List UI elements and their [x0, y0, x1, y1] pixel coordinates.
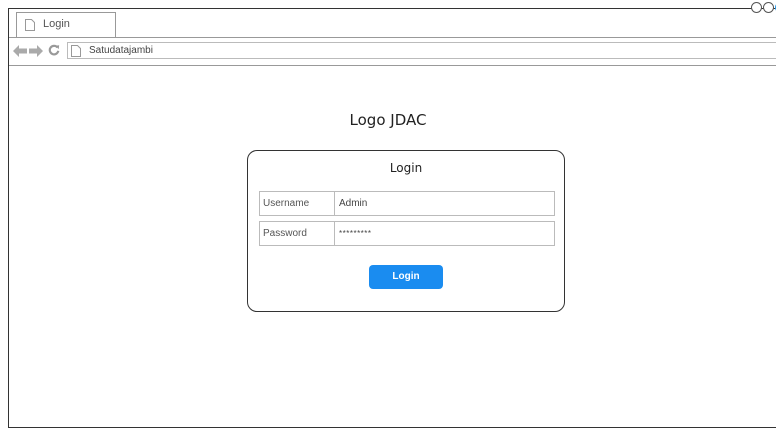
username-label: Username	[260, 192, 335, 215]
forward-arrow-icon[interactable]	[29, 45, 43, 57]
password-value[interactable]: *********	[339, 222, 372, 245]
tab-bar: Login	[9, 9, 776, 38]
password-label: Password	[260, 222, 335, 245]
window-controls	[751, 2, 776, 13]
address-bar: Satudatajambi	[9, 37, 776, 66]
login-card: Login Username Admin Password ********* …	[247, 150, 565, 312]
logo-placeholder: Logo JDAC	[349, 111, 427, 129]
page-icon	[71, 45, 81, 57]
address-input[interactable]: Satudatajambi	[67, 42, 776, 59]
card-title: Login	[389, 161, 423, 175]
address-text: Satudatajambi	[89, 45, 153, 56]
circle-icon[interactable]	[751, 2, 762, 13]
login-button[interactable]: Login	[369, 265, 443, 289]
username-field[interactable]: Username Admin	[259, 191, 555, 216]
password-field[interactable]: Password *********	[259, 221, 555, 246]
refresh-icon[interactable]	[47, 44, 61, 56]
circle-icon[interactable]	[763, 2, 774, 13]
back-arrow-icon[interactable]	[13, 45, 27, 57]
tab-label: Login	[43, 18, 70, 30]
tab-login[interactable]: Login	[16, 12, 116, 37]
page-icon	[25, 19, 35, 31]
username-value[interactable]: Admin	[339, 192, 367, 215]
